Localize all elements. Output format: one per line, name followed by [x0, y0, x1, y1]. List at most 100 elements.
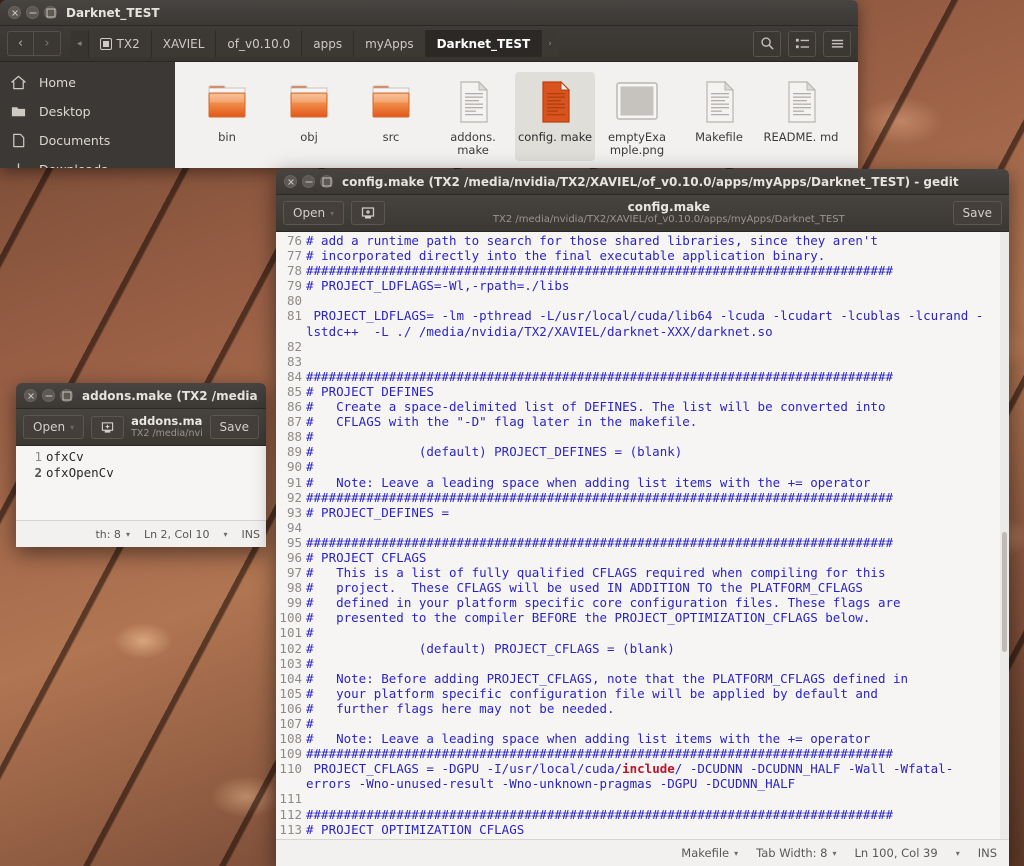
gedit-addons-toolbar: Open ▾ addons.make TX2 /media/nvi... Sav…	[16, 409, 266, 446]
chevron-down-icon[interactable]: ▾	[956, 849, 960, 858]
sidebar-item-desktop[interactable]: Desktop	[0, 97, 175, 126]
line-number: 111	[279, 791, 302, 807]
search-icon[interactable]	[753, 30, 781, 57]
breadcrumb-item-darknet-test[interactable]: Darknet_TEST	[425, 30, 543, 57]
file-item-config-make[interactable]: config. make	[515, 72, 595, 161]
line-text: # incorporated directly into the final e…	[306, 248, 826, 264]
tab-width-selector[interactable]: Tab Width: 8 ▾	[756, 846, 836, 860]
forward-button[interactable]: ›	[34, 31, 61, 56]
line-text: ########################################…	[306, 368, 893, 384]
line-number: 82	[286, 338, 302, 354]
chevron-down-icon: ▾	[734, 848, 739, 858]
line-text: # Note: Leave a leading space when addin…	[306, 731, 871, 747]
maximize-button[interactable]	[44, 6, 57, 19]
code-line: 94	[276, 520, 1009, 535]
line-text: ########################################…	[306, 806, 893, 822]
breadcrumb-label: TX2	[116, 36, 140, 51]
line-number: 93	[286, 504, 302, 520]
code-line: 1 ofxCv	[16, 449, 266, 465]
breadcrumb-scroll-right[interactable]: ›	[542, 30, 558, 57]
breadcrumb-item-xaviel[interactable]: XAVIEL	[151, 30, 217, 57]
maximize-button[interactable]	[60, 389, 73, 402]
code-line: 76 # add a runtime path to search for tho…	[276, 233, 1009, 248]
save-button[interactable]: Save	[209, 415, 259, 439]
new-document-icon[interactable]	[351, 201, 386, 225]
line-text: # PROJECT_LDFLAGS=-Wl,-rpath=./libs	[306, 278, 570, 294]
line-text: # (default) PROJECT_DEFINES = (blank)	[306, 444, 683, 460]
breadcrumb-item-of-v0-10-0[interactable]: of_v0.10.0	[216, 30, 303, 57]
chevron-down-icon: ▾	[330, 208, 335, 218]
breadcrumb-item-apps[interactable]: apps	[302, 30, 355, 57]
file-name: Makefile	[695, 130, 743, 144]
sidebar-item-home[interactable]: Home	[0, 68, 175, 97]
minimize-button[interactable]	[26, 6, 39, 19]
close-button[interactable]	[24, 389, 37, 402]
line-number: 90	[286, 459, 302, 475]
code-line: 93 # PROJECT_DEFINES =	[276, 505, 1009, 520]
breadcrumb-item-tx2[interactable]: TX2	[88, 30, 152, 57]
line-number: 101	[279, 625, 302, 641]
save-button[interactable]: Save	[952, 201, 1002, 225]
gedit-addons-document-header: addons.make TX2 /media/nvi...	[131, 414, 202, 440]
line-text: #	[306, 716, 314, 731]
file-item-obj[interactable]: obj	[269, 72, 349, 161]
gedit-config-statusbar: Makefile ▾ Tab Width: 8 ▾ Ln 100, Col 39…	[276, 839, 1009, 866]
code-line: 80	[276, 293, 1009, 308]
breadcrumb-scroll-left[interactable]: ◂	[71, 30, 89, 57]
file-item-addons-make[interactable]: addons. make	[433, 72, 513, 161]
open-button[interactable]: Open ▾	[23, 415, 85, 439]
file-name: addons. make	[450, 130, 496, 157]
line-text: PROJECT_CFLAGS = -DGPU -I/usr/local/cuda…	[306, 761, 954, 792]
file-item-makefile[interactable]: Makefile	[679, 72, 759, 161]
scrollbar-thumb[interactable]	[1002, 532, 1007, 652]
code-line: 78 ######################################…	[276, 263, 1009, 278]
open-button[interactable]: Open ▾	[283, 201, 345, 225]
file-item-bin[interactable]: bin	[187, 72, 267, 161]
line-number: 98	[286, 580, 302, 596]
file-item-emptyexample-png[interactable]: emptyExa mple.png	[597, 72, 677, 161]
gedit-addons-editor[interactable]: 1 ofxCv 2 ofxOpenCv	[16, 446, 266, 520]
gedit-addons-window: addons.make (TX2 /media/nv Open ▾ addons…	[16, 383, 266, 547]
code-lines: 76 # add a runtime path to search for tho…	[276, 233, 1009, 837]
file-name: README. md	[763, 130, 839, 144]
line-text: # add a runtime path to search for those…	[306, 233, 878, 248]
line-number: 77	[286, 248, 302, 264]
code-line: 110 PROJECT_CFLAGS = -DGPU -I/usr/local/…	[276, 761, 1009, 791]
line-text: ########################################…	[306, 746, 893, 762]
minimize-button[interactable]	[42, 389, 55, 402]
close-button[interactable]	[284, 175, 297, 188]
list-view-icon[interactable]	[788, 30, 816, 57]
language-selector[interactable]: Makefile ▾	[681, 846, 738, 860]
line-number: 95	[286, 534, 302, 550]
line-number: 85	[286, 383, 302, 399]
menu-icon[interactable]	[823, 30, 851, 57]
sidebar-item-documents[interactable]: Documents	[0, 126, 175, 155]
sidebar-item-downloads[interactable]: Downloads	[0, 155, 175, 168]
maximize-button[interactable]	[320, 175, 333, 188]
line-text: # defined in your platform specific core…	[306, 595, 901, 611]
line-text: #	[306, 429, 314, 445]
chevron-down-icon[interactable]: ▾	[224, 530, 228, 539]
minimize-button[interactable]	[302, 175, 315, 188]
close-button[interactable]	[8, 6, 21, 19]
line-number: 76	[286, 233, 302, 248]
cursor-position: Ln 100, Col 39	[855, 846, 938, 860]
editor-scrollbar[interactable]	[1000, 232, 1009, 839]
tab-width-selector[interactable]: th: 8 ▾	[95, 528, 130, 541]
document-title: config.make	[627, 200, 710, 214]
file-item-src[interactable]: src	[351, 72, 431, 161]
gedit-config-editor[interactable]: 76 # add a runtime path to search for tho…	[276, 232, 1009, 839]
cursor-position-label: Ln 2, Col 10	[143, 527, 210, 541]
gedit-addons-title: addons.make (TX2 /media/nv	[82, 388, 258, 403]
new-document-icon[interactable]	[91, 415, 125, 439]
line-number: 104	[279, 670, 302, 686]
window-controls	[284, 175, 333, 188]
line-number: 107	[279, 716, 302, 731]
insert-mode: INS	[241, 527, 260, 541]
file-item-readme-md[interactable]: README. md	[761, 72, 841, 161]
drive-icon	[99, 37, 112, 50]
tab-width-label: Tab Width: 8	[756, 846, 828, 860]
back-button[interactable]: ‹	[7, 31, 34, 56]
breadcrumb-item-myapps[interactable]: myApps	[354, 30, 426, 57]
line-text: # (default) PROJECT_CFLAGS = (blank)	[306, 640, 675, 656]
